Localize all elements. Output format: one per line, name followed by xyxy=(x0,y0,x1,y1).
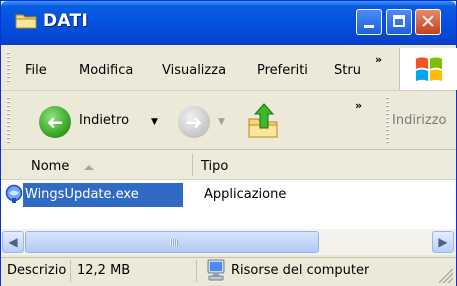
status-location: Risorse del computer xyxy=(231,263,370,278)
minimize-icon xyxy=(364,25,374,28)
menu-visualizza[interactable]: Visualizza xyxy=(162,63,226,78)
menu-more-chevron[interactable]: » xyxy=(375,53,382,66)
status-separator xyxy=(196,260,197,282)
toolbar-grip[interactable] xyxy=(7,97,10,143)
maximize-button[interactable] xyxy=(386,9,412,35)
menu-strumenti[interactable]: Stru xyxy=(334,63,364,78)
minimize-button[interactable] xyxy=(356,9,382,35)
back-dropdown-icon[interactable]: ▼ xyxy=(151,117,158,127)
explorer-window: DATI ✕ File Modifica Visualizza Preferit… xyxy=(0,0,457,286)
file-name[interactable]: WingsUpdate.exe xyxy=(25,187,139,202)
close-icon: ✕ xyxy=(420,11,436,33)
window-title: DATI xyxy=(43,11,89,31)
file-type: Applicazione xyxy=(204,187,287,202)
title-bar[interactable]: DATI ✕ xyxy=(1,1,456,45)
column-separator[interactable] xyxy=(192,154,193,176)
menu-file[interactable]: File xyxy=(25,63,47,78)
address-grip[interactable] xyxy=(386,97,389,143)
computer-icon xyxy=(207,259,225,281)
toolbar-more-chevron[interactable]: » xyxy=(355,99,362,112)
windows-logo-area xyxy=(399,48,457,90)
menu-preferiti[interactable]: Preferiti xyxy=(257,63,308,78)
up-folder-icon[interactable] xyxy=(246,101,280,141)
address-label: Indirizzo xyxy=(392,113,447,128)
status-description: Descrizio xyxy=(7,263,67,278)
column-header-name[interactable] xyxy=(1,151,191,179)
menu-bar xyxy=(1,46,456,91)
menu-modifica[interactable]: Modifica xyxy=(79,63,133,78)
application-icon xyxy=(5,184,23,203)
folder-icon xyxy=(15,14,37,29)
windows-logo-icon xyxy=(415,57,443,82)
close-button[interactable]: ✕ xyxy=(415,9,441,35)
menubar-grip[interactable] xyxy=(7,52,10,84)
column-type-label[interactable]: Tipo xyxy=(201,159,228,174)
sort-ascending-icon xyxy=(84,165,94,170)
back-arrow-icon: ➜ xyxy=(46,110,64,134)
scroll-left-button[interactable]: ◀ xyxy=(2,231,24,253)
forward-arrow-icon: ➜ xyxy=(185,110,203,134)
forward-button[interactable]: ➜ xyxy=(178,106,210,138)
scroll-thumb-grip-icon xyxy=(170,239,178,246)
status-size: 12,2 MB xyxy=(77,263,131,278)
status-separator xyxy=(70,260,71,282)
resize-grip-icon[interactable] xyxy=(439,269,453,283)
forward-dropdown-icon[interactable]: ▼ xyxy=(218,117,225,127)
back-button[interactable]: ➜ xyxy=(39,106,71,138)
scroll-right-button[interactable]: ▶ xyxy=(432,231,454,253)
column-name-label[interactable]: Nome xyxy=(31,159,69,174)
back-label[interactable]: Indietro xyxy=(79,113,129,128)
maximize-icon xyxy=(393,15,405,27)
